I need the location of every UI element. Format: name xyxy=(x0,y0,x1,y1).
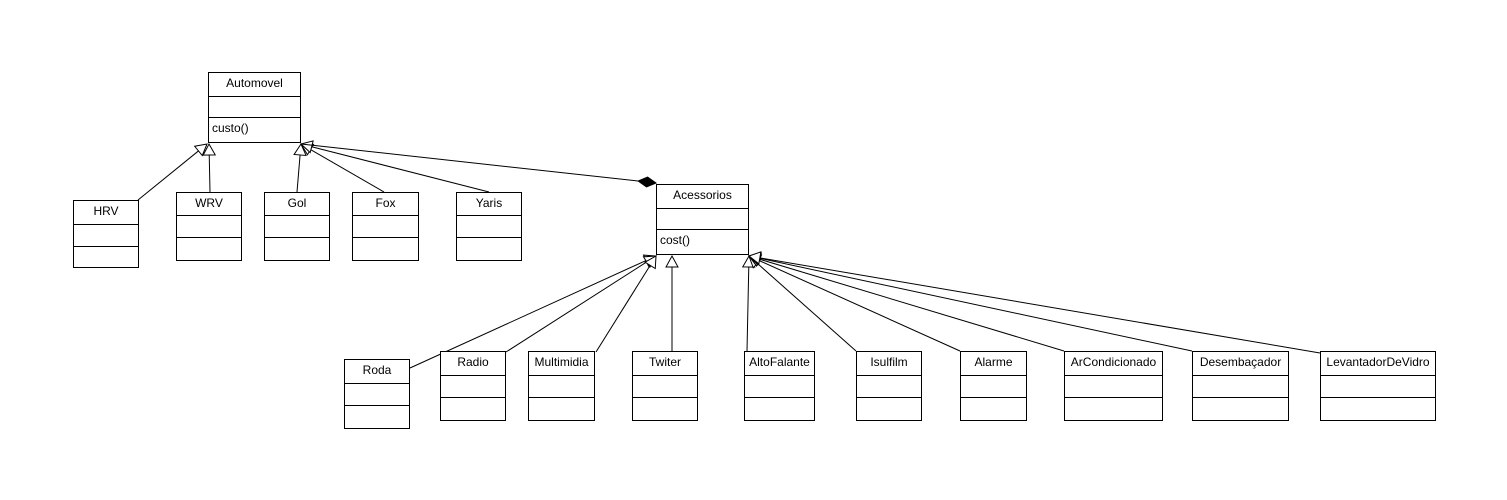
class-desembacador[interactable]: Desembaçador xyxy=(1192,351,1289,421)
class-attributes xyxy=(209,97,300,118)
class-attributes xyxy=(529,376,594,398)
generalization-line-alarme xyxy=(758,260,961,352)
class-name: Isulfilm xyxy=(857,352,921,376)
class-operations xyxy=(529,398,594,420)
generalization-line-yaris xyxy=(311,146,490,193)
generalization-line-wrv xyxy=(208,154,211,193)
class-altofalante[interactable]: AltoFalante xyxy=(744,351,815,421)
composition-diamond xyxy=(637,176,658,188)
class-arcondicionado[interactable]: ArCondicionado xyxy=(1064,351,1163,421)
generalization-line-multimidia xyxy=(595,265,651,353)
class-multimidia[interactable]: Multimidia xyxy=(528,351,595,421)
class-gol[interactable]: Gol xyxy=(264,192,330,261)
class-name: Radio xyxy=(441,352,505,376)
class-radio[interactable]: Radio xyxy=(440,351,506,421)
class-name: LevantadorDeVidro xyxy=(1321,352,1435,376)
class-operations xyxy=(441,398,505,420)
class-name: Acessorios xyxy=(657,185,748,209)
class-levantadordevidro[interactable]: LevantadorDeVidro xyxy=(1320,351,1436,421)
class-attributes xyxy=(177,216,241,238)
class-operations xyxy=(745,398,814,420)
composition-line xyxy=(300,143,639,182)
generalization-line-altofalante xyxy=(746,266,750,352)
class-attributes xyxy=(353,216,418,238)
class-attributes xyxy=(1065,376,1162,398)
class-wrv[interactable]: WRV xyxy=(176,192,242,261)
class-name: Automovel xyxy=(209,73,300,97)
class-automovel[interactable]: Automovel custo() xyxy=(208,72,301,143)
class-operations xyxy=(1065,398,1162,420)
class-operations xyxy=(177,238,241,260)
generalization-line-gol xyxy=(296,154,301,193)
class-attributes xyxy=(345,384,409,406)
class-operations xyxy=(961,398,1026,420)
generalization-line-desembacador xyxy=(759,257,1193,352)
class-attributes xyxy=(857,376,921,398)
class-attributes xyxy=(633,376,697,398)
class-operations xyxy=(265,238,329,260)
class-alarme[interactable]: Alarme xyxy=(960,351,1027,421)
class-name: Alarme xyxy=(961,352,1026,376)
class-operations xyxy=(857,398,921,420)
generalization-line-radio xyxy=(505,261,648,353)
generalization-arrowhead-twiter xyxy=(665,254,679,268)
class-name: Gol xyxy=(265,193,329,216)
class-operations xyxy=(457,238,521,260)
class-attributes xyxy=(1193,376,1288,398)
class-operation: cost() xyxy=(660,233,690,247)
class-operations xyxy=(1321,398,1435,420)
generalization-line-isulfilm xyxy=(756,262,857,352)
class-operations xyxy=(345,406,409,428)
class-hrv[interactable]: HRV xyxy=(73,200,139,268)
class-name: ArCondicionado xyxy=(1065,352,1162,376)
class-name: HRV xyxy=(74,201,138,225)
class-name: Yaris xyxy=(457,193,521,216)
class-operation: custo() xyxy=(212,121,249,135)
class-attributes xyxy=(441,376,505,398)
class-isulfilm[interactable]: Isulfilm xyxy=(856,351,922,421)
class-name: Roda xyxy=(345,360,409,384)
class-operations xyxy=(74,247,138,267)
class-attributes xyxy=(265,216,329,238)
class-twiter[interactable]: Twiter xyxy=(632,351,698,421)
class-attributes xyxy=(961,376,1026,398)
class-name: Fox xyxy=(353,193,418,216)
generalization-line-levantadordevidro xyxy=(759,257,1321,354)
class-operations xyxy=(1193,398,1288,420)
class-attributes xyxy=(457,216,521,238)
class-attributes xyxy=(1321,376,1435,398)
class-operations xyxy=(353,238,418,260)
class-yaris[interactable]: Yaris xyxy=(456,192,522,261)
class-name: AltoFalante xyxy=(745,352,814,376)
class-name: WRV xyxy=(177,193,241,216)
class-acessorios[interactable]: Acessorios cost() xyxy=(656,184,749,255)
class-operations xyxy=(633,398,697,420)
class-name: Desembaçador xyxy=(1193,352,1288,376)
class-name: Multimidia xyxy=(529,352,594,376)
class-attributes xyxy=(657,209,748,230)
class-fox[interactable]: Fox xyxy=(352,192,419,261)
generalization-line-arcondicionado xyxy=(759,258,1065,352)
class-name: Twiter xyxy=(633,352,697,376)
class-attributes xyxy=(745,376,814,398)
class-attributes xyxy=(74,225,138,247)
uml-class-diagram: Automovel custo() Acessorios cost() HRV … xyxy=(0,0,1507,500)
class-roda[interactable]: Roda xyxy=(344,359,410,429)
